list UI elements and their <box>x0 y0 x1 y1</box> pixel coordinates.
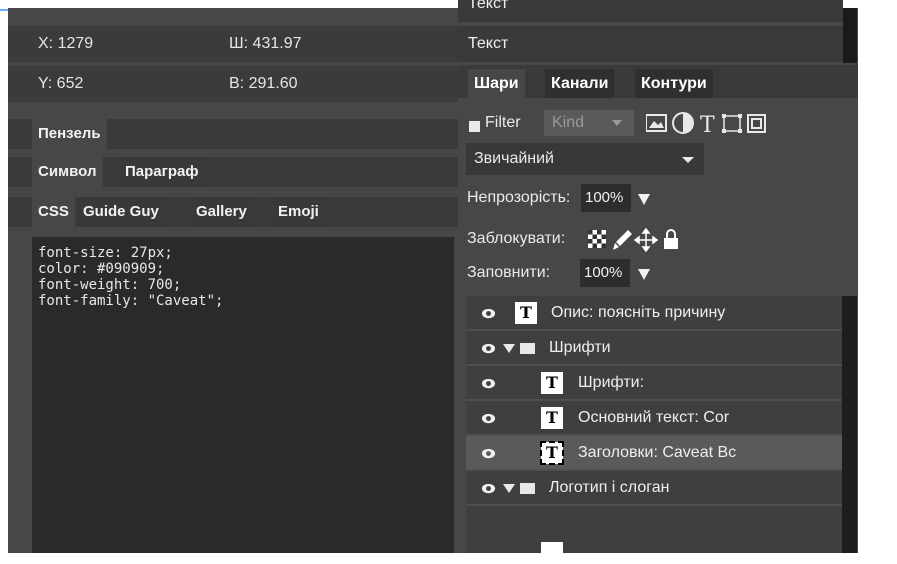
expand-chevron-icon[interactable] <box>503 344 515 353</box>
css-line: font-size: 27px; <box>38 245 173 261</box>
lock-move-icon[interactable] <box>633 228 659 252</box>
text-layer-icon <box>541 542 563 564</box>
blend-chevron-icon <box>682 157 694 163</box>
y-value: Y: 652 <box>38 75 84 92</box>
tab-brush[interactable]: Пензель <box>32 119 107 149</box>
layer-row[interactable]: T Опис: поясніть причину <box>466 296 844 331</box>
layer-name: Шрифти <box>549 339 611 356</box>
text-row[interactable]: Текст <box>458 26 843 62</box>
width-value: Ш: 431.97 <box>229 35 302 52</box>
kind-dropdown[interactable]: Kind <box>544 110 634 136</box>
visibility-eye-icon[interactable] <box>481 376 496 391</box>
image-filter-icon <box>646 114 667 132</box>
tab-css[interactable]: CSS <box>32 197 75 227</box>
folder-icon <box>520 343 535 354</box>
left-panel: X: 1279 Ш: 431.97 Y: 652 В: 291.60 Пензе… <box>8 8 458 553</box>
layer-row[interactable]: T Шрифти: <box>466 366 844 401</box>
layer-name: Логотип і слоган <box>549 479 670 496</box>
folder-icon <box>520 483 535 494</box>
symbol-tab-row: Символ Параграф <box>8 157 458 187</box>
text-layer-icon: T <box>541 372 563 394</box>
tab-emoji[interactable]: Emoji <box>272 197 325 227</box>
visibility-eye-icon[interactable] <box>481 306 496 321</box>
fill-label: Заповнити: <box>467 264 551 281</box>
layer-name: Шрифти: <box>578 374 645 391</box>
css-line: font-weight: 700; <box>38 277 182 293</box>
css-code-box[interactable]: font-size: 27px; color: #090909; font-we… <box>32 237 454 553</box>
visibility-eye-icon[interactable] <box>481 481 496 496</box>
layer-filter-icons: T <box>646 112 766 136</box>
tab-symbol[interactable]: Символ <box>32 157 103 187</box>
text-row-label: Текст <box>468 35 509 52</box>
x-value: X: 1279 <box>38 35 94 52</box>
text-row-top-label: Текст <box>468 0 509 12</box>
layers-scrollbar[interactable] <box>842 296 857 553</box>
smart-object-filter-icon <box>747 114 766 133</box>
text-layer-icon: T <box>515 302 537 324</box>
lock-icons <box>588 228 678 252</box>
adjustment-filter-icon <box>672 112 694 134</box>
transform-row-xw: X: 1279 Ш: 431.97 <box>8 26 458 62</box>
shape-filter-icon <box>722 114 742 133</box>
layers-list: T Опис: поясніть причину Шрифти T Шрифти… <box>466 296 844 564</box>
tab-layers[interactable]: Шари <box>468 69 525 98</box>
brush-tab-row: Пензель <box>8 119 458 149</box>
layer-group-row[interactable]: Логотип і слоган <box>466 471 844 506</box>
layers-tabs: Шари Канали Контури <box>458 65 858 98</box>
tab-gallery[interactable]: Gallery <box>190 197 253 227</box>
css-tab-row: CSS Guide Guy Gallery Emoji <box>8 197 458 227</box>
text-row-top[interactable]: Текст <box>458 0 843 22</box>
layer-row[interactable]: T Основний текст: Cor <box>466 401 844 436</box>
tab-paths[interactable]: Контури <box>635 69 713 98</box>
filter-checkbox[interactable] <box>469 121 480 132</box>
layer-row-selected[interactable]: T Заголовки: Caveat Bc <box>466 436 844 471</box>
layer-row-partial[interactable] <box>466 506 844 564</box>
kind-chevron-icon <box>612 120 622 126</box>
fill-dropdown-icon[interactable] <box>638 269 650 280</box>
kind-label: Kind <box>552 114 585 131</box>
blend-mode-value: Звичайний <box>474 150 554 167</box>
tab-guide-guy[interactable]: Guide Guy <box>77 197 165 227</box>
height-value: В: 291.60 <box>229 75 298 92</box>
lock-label: Заблокувати: <box>467 230 566 247</box>
text-layer-icon: T <box>541 407 563 429</box>
visibility-eye-icon[interactable] <box>481 446 496 461</box>
lock-all-icon[interactable] <box>664 229 678 249</box>
visibility-eye-icon[interactable] <box>481 411 496 426</box>
text-layer-icon: T <box>540 441 564 465</box>
css-line: font-family: "Caveat"; <box>38 293 224 309</box>
blend-mode-select[interactable]: Звичайний <box>466 143 704 175</box>
visibility-eye-icon[interactable] <box>481 341 496 356</box>
tab-paragraph[interactable]: Параграф <box>119 157 205 187</box>
svg-text:T: T <box>700 113 715 136</box>
lock-brush-icon[interactable] <box>613 230 632 250</box>
css-line: color: #090909; <box>38 261 165 277</box>
filter-label: Filter <box>485 114 521 131</box>
layer-group-row[interactable]: Шрифти <box>466 331 844 366</box>
opacity-input[interactable]: 100% <box>581 184 631 212</box>
layer-name: Опис: поясніть причину <box>551 304 726 321</box>
layer-name: Основний текст: Cor <box>578 409 730 426</box>
right-panel: Текст Текст Шари Канали Контури Filter K… <box>458 0 858 564</box>
lock-transparency-icon[interactable] <box>588 230 606 248</box>
tab-channels[interactable]: Канали <box>545 69 615 98</box>
fill-input[interactable]: 100% <box>580 259 630 287</box>
text-filter-icon: T <box>700 113 715 136</box>
opacity-label: Непрозорість: <box>467 189 571 206</box>
opacity-dropdown-icon[interactable] <box>638 194 650 205</box>
expand-chevron-icon[interactable] <box>503 484 515 493</box>
panel-scrollbar[interactable] <box>843 8 857 63</box>
layer-name: Заголовки: Caveat Bc <box>578 444 737 461</box>
transform-row-yh: Y: 652 В: 291.60 <box>8 66 458 102</box>
